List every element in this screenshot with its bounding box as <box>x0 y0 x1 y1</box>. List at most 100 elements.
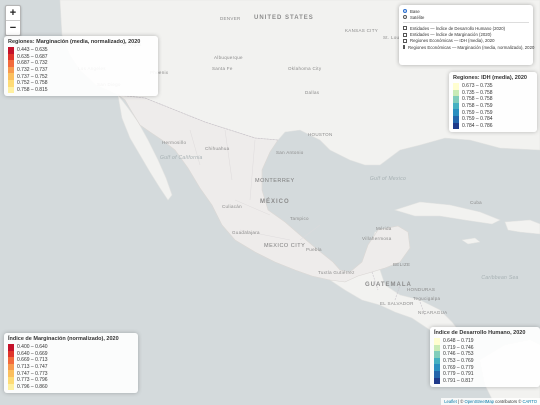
legend-item: 0.737 – 0.752 <box>8 73 154 80</box>
legend-item: 0.669 – 0.713 <box>8 357 134 364</box>
label-el-salvador: EL SALVADOR <box>380 301 414 306</box>
legend-item: 0.648 – 0.719 <box>434 338 536 345</box>
label-belize: BELIZE <box>393 262 411 267</box>
legend-item: 0.735 – 0.758 <box>453 89 533 97</box>
label-puebla: Puebla <box>306 247 322 252</box>
legend-label: 0.687 – 0.732 <box>17 60 48 67</box>
overlay-label: Regiones Económicas — Marginación (media… <box>408 44 535 50</box>
legend-item: 0.713 – 0.747 <box>8 363 134 371</box>
label-mexico: MÉXICO <box>260 199 290 205</box>
legend-title: Índice de Desarrollo Humano, 2020 <box>434 330 526 336</box>
legend-label: 0.779 – 0.791 <box>443 371 474 378</box>
label-guadalajara: Guadalajara <box>232 230 260 235</box>
attribution: Leaflet | © OpenStreetMap contributors ©… <box>441 398 540 405</box>
legend-label: 0.758 – 0.759 <box>462 103 493 110</box>
osm-link[interactable]: OpenStreetMap <box>464 399 494 404</box>
legend-swatch <box>453 89 459 97</box>
label-santa-fe: Santa Fe <box>212 66 233 71</box>
legend-item: 0.635 – 0.687 <box>8 53 154 61</box>
base-option-satellite[interactable]: Satélite <box>403 14 529 20</box>
legend-swatch <box>8 60 14 67</box>
legend-label: 0.796 – 0.860 <box>17 383 48 390</box>
legend-regiones-marginacion: Regiones: Marginación (media, normalizad… <box>4 36 158 97</box>
checkbox-reg-marg[interactable] <box>403 45 405 50</box>
legend-item: 0.759 – 0.784 <box>453 115 533 123</box>
legend-label: 0.769 – 0.779 <box>443 364 474 371</box>
attr-mid: contributors © <box>494 399 523 404</box>
legend-item: 0.687 – 0.732 <box>8 60 154 67</box>
overlay-label: Entidades — Índice de Desarrollo Humano … <box>410 25 506 31</box>
label-oklahoma-city: Oklahoma City <box>288 66 322 71</box>
legend-item: 0.759 – 0.759 <box>453 109 533 116</box>
label-tampico: Tampico <box>290 216 309 221</box>
legend-item: 0.719 – 0.746 <box>434 344 536 352</box>
legend-label: 0.746 – 0.753 <box>443 351 474 358</box>
legend-regiones-idh: Regiones: IDH (media), 2020 0.673 – 0.73… <box>449 72 537 133</box>
checkbox-ent-marg[interactable] <box>403 32 407 37</box>
checkbox-reg-idh[interactable] <box>403 38 407 43</box>
legend-label: 0.737 – 0.752 <box>17 73 48 80</box>
legend-label: 0.732 – 0.737 <box>17 67 48 74</box>
legend-label: 0.752 – 0.758 <box>17 80 48 87</box>
legend-swatch <box>8 79 14 87</box>
label-merida: Mérida <box>376 226 392 231</box>
legend-swatch <box>434 370 440 378</box>
legend-title: Índice de Marginación (normalizado), 202… <box>8 336 119 342</box>
legend-swatch <box>8 357 14 364</box>
legend-item: 0.400 – 0.640 <box>8 344 134 351</box>
legend-swatch <box>453 102 459 110</box>
label-tegucigalpa: Tegucigalpa <box>413 296 441 301</box>
label-chihuahua: Chihuahua <box>205 146 230 151</box>
legend-item: 0.443 – 0.635 <box>8 47 154 54</box>
label-mexico-city: MEXICO CITY <box>264 243 306 249</box>
leaflet-link[interactable]: Leaflet <box>444 399 457 404</box>
zoom-out-button[interactable]: − <box>6 20 20 35</box>
legend-label: 0.758 – 0.758 <box>462 96 493 103</box>
legend-label: 0.669 – 0.713 <box>17 357 48 364</box>
legend-swatch <box>434 357 440 365</box>
legend-item: 0.752 – 0.758 <box>8 79 154 87</box>
base-label: Base <box>410 8 420 14</box>
legend-label: 0.758 – 0.815 <box>17 86 48 93</box>
radio-satellite[interactable] <box>403 15 407 20</box>
legend-swatch <box>434 377 440 385</box>
radio-base[interactable] <box>403 9 407 14</box>
label-gulf-of-california: Gulf of California <box>160 155 203 161</box>
label-honduras: HONDURAS <box>407 287 436 292</box>
legend-item: 0.747 – 0.773 <box>8 370 134 377</box>
legend-label: 0.784 – 0.786 <box>462 122 493 129</box>
legend-item: 0.779 – 0.791 <box>434 370 536 378</box>
legend-label: 0.640 – 0.669 <box>17 350 48 357</box>
legend-swatch <box>8 86 14 94</box>
label-dallas: Dallas <box>305 90 320 95</box>
label-nicaragua: NICARAGUA <box>418 310 448 315</box>
legend-swatch <box>8 363 14 371</box>
legend-label: 0.747 – 0.773 <box>17 370 48 377</box>
legend-title: Regiones: IDH (media), 2020 <box>453 75 527 81</box>
zoom-in-button[interactable]: + <box>6 6 20 20</box>
legend-swatch <box>434 364 440 371</box>
legend-swatch <box>8 47 14 54</box>
layers-control: Base Satélite Entidades — Índice de Desa… <box>399 5 534 65</box>
label-caribbean-sea: Caribbean Sea <box>481 275 519 281</box>
legend-swatch <box>8 370 14 377</box>
legend-swatch <box>453 109 459 116</box>
legend-swatch <box>453 96 459 103</box>
satellite-label: Satélite <box>410 14 425 20</box>
legend-swatch <box>8 344 14 351</box>
legend-item: 0.758 – 0.759 <box>453 102 533 110</box>
legend-entidades-marginacion: Índice de Marginación (normalizado), 202… <box>4 333 138 394</box>
legend-swatch <box>434 338 440 345</box>
legend-label: 0.791 – 0.817 <box>443 377 474 384</box>
legend-item: 0.673 – 0.735 <box>453 83 533 90</box>
checkbox-ent-idh[interactable] <box>403 26 407 31</box>
overlay-reg-marg[interactable]: Regiones Económicas — Marginación (media… <box>403 44 534 50</box>
legend-item: 0.753 – 0.769 <box>434 357 536 365</box>
legend-item: 0.640 – 0.669 <box>8 350 134 358</box>
legend-swatch <box>453 115 459 123</box>
legend-label: 0.735 – 0.758 <box>462 89 493 96</box>
label-gulf-of-mexico: Gulf of Mexico <box>369 176 407 182</box>
carto-link[interactable]: CARTO <box>522 399 537 404</box>
legend-swatch <box>8 383 14 391</box>
legend-swatch <box>434 344 440 352</box>
